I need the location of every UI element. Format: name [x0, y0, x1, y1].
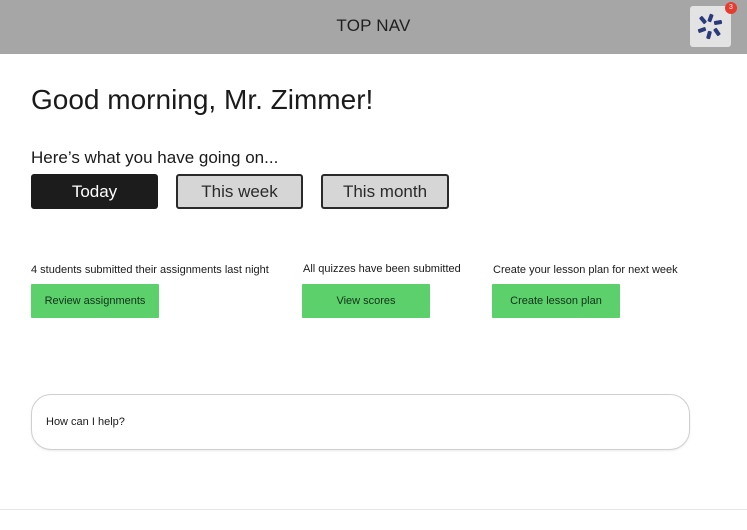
review-assignments-button[interactable]: Review assignments — [31, 284, 159, 318]
top-nav: TOP NAV 3 — [0, 0, 747, 54]
tab-this-week[interactable]: This week — [176, 174, 303, 209]
help-input[interactable] — [46, 413, 666, 431]
bottom-divider — [0, 509, 747, 510]
greeting-heading: Good morning, Mr. Zimmer! — [31, 84, 374, 115]
brand-logo-button[interactable] — [690, 6, 731, 47]
view-scores-button[interactable]: View scores — [302, 284, 430, 318]
tab-this-month[interactable]: This month — [321, 174, 449, 209]
notification-badge: 3 — [725, 2, 737, 14]
help-prompt-box[interactable] — [31, 394, 690, 450]
nav-title: TOP NAV — [336, 16, 411, 35]
assignments-summary: 4 students submitted their assignments l… — [31, 264, 269, 276]
tab-today[interactable]: Today — [31, 174, 158, 209]
create-lesson-plan-button[interactable]: Create lesson plan — [492, 284, 620, 318]
overview-subheading: Here’s what you have going on... — [31, 148, 279, 167]
quizzes-summary: All quizzes have been submitted — [303, 263, 461, 275]
brand-logo-icon — [697, 13, 723, 40]
lesson-plan-summary: Create your lesson plan for next week — [493, 264, 678, 276]
